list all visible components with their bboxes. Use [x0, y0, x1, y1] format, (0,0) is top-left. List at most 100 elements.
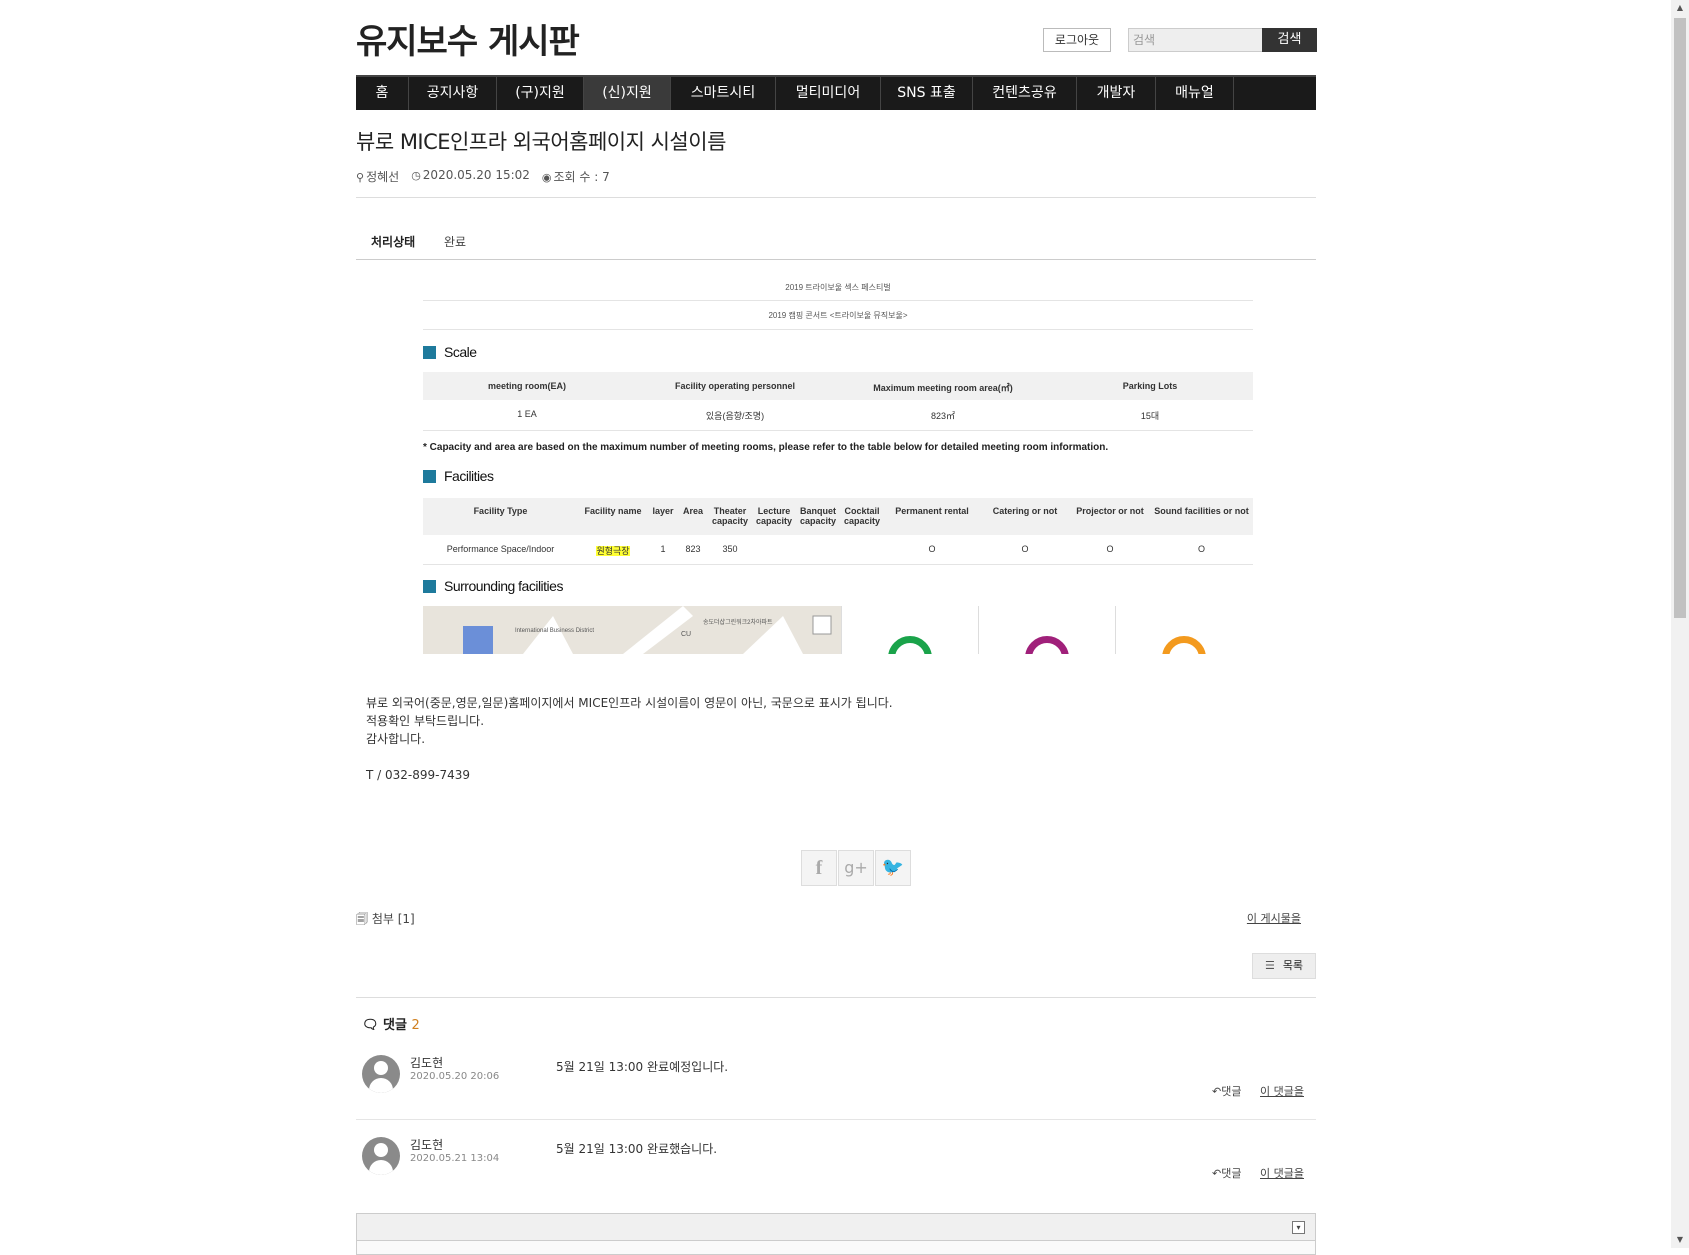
divider — [423, 430, 1253, 431]
author-name: 정혜선 — [366, 170, 400, 184]
capacity-note: * Capacity and area are based on the max… — [423, 442, 1109, 453]
comments-header: 🗨 댓글 2 — [362, 1014, 420, 1033]
nav-item-smart-city[interactable]: 스마트시티 — [671, 77, 776, 110]
table-header-cell: Facility name — [584, 506, 642, 516]
body-line: 감사합니다. — [366, 732, 426, 746]
nav-item-developer[interactable]: 개발자 — [1077, 77, 1156, 110]
table-cell: O — [1021, 544, 1029, 554]
facebook-icon[interactable]: f — [801, 850, 837, 886]
logout-button[interactable]: 로그아웃 — [1043, 28, 1111, 52]
green-ring-icon — [888, 636, 932, 654]
purple-ring-icon — [1025, 636, 1069, 654]
nav-item-new-support[interactable]: (신)지원 — [584, 77, 671, 110]
post-body: 뷰로 외국어(중문,영문,일문)홈페이지에서 MICE인프라 시설이름이 영문이… — [366, 694, 893, 784]
nav-item-notice[interactable]: 공지사항 — [409, 77, 497, 110]
table-cell: 823㎡ — [930, 411, 956, 421]
reply-link[interactable]: ↶댓글 — [1212, 1165, 1241, 1181]
comments-count: 2 — [411, 1018, 420, 1033]
map-label: International Business District — [515, 628, 594, 634]
caption-1: 2019 트라이보울 섹스 페스티벌 — [785, 283, 891, 292]
table-header-cell: Cocktail capacity — [843, 506, 881, 526]
comment-author[interactable]: 김도현 — [410, 1136, 443, 1153]
comments-label: 댓글 — [383, 1018, 407, 1033]
comment-item: 김도현 2020.05.21 13:04 5월 21일 13:00 완료했습니다… — [356, 1122, 1316, 1202]
status-value: 완료 — [444, 235, 467, 249]
reply-link[interactable]: ↶댓글 — [1212, 1083, 1241, 1099]
highlighted-facility-name: 원형극장 — [596, 546, 630, 556]
list-button-label: 목록 — [1282, 959, 1304, 972]
search-input[interactable]: 검색 — [1128, 28, 1264, 52]
list-button[interactable]: ☰ 목록 — [1252, 953, 1316, 979]
search-button[interactable]: 검색 — [1262, 28, 1317, 52]
scale-table: meeting room(EA) Facility operating pers… — [423, 372, 1253, 430]
divider — [423, 329, 1253, 330]
scrollbar[interactable]: ▲ ▼ — [1671, 0, 1689, 1248]
map-label: 송도더샵그린워크2차아파트 — [703, 618, 773, 626]
attachment-icon: 🗐 — [356, 912, 368, 926]
orange-ring-icon — [1162, 636, 1206, 654]
table-header-cell: Permanent rental — [895, 506, 969, 516]
embedded-screenshot: 2019 트라이보울 섹스 페스티벌 2019 캠핑 콘서트 <트라이보울 뮤직… — [423, 272, 1255, 654]
table-header-cell: Facility Type — [473, 506, 528, 516]
table-header-cell: Catering or not — [992, 506, 1058, 516]
list-icon: ☰ — [1264, 959, 1275, 972]
divider — [423, 300, 1253, 301]
reply-icon: ↶ — [1212, 1085, 1222, 1098]
nav-item-manual[interactable]: 매뉴얼 — [1156, 77, 1234, 110]
table-header-cell: Parking Lots — [1122, 381, 1178, 391]
post-author[interactable]: ⚲ 정혜선 — [356, 168, 399, 185]
comment-icon: 🗨 — [362, 1018, 379, 1033]
map-graphic: International Business District 송도더샵그린워크… — [463, 606, 832, 654]
scale-section-title: Scale — [423, 344, 477, 360]
nav-item-sns[interactable]: SNS 표출 — [881, 77, 973, 110]
divider — [1115, 606, 1116, 654]
scroll-up-arrow-icon[interactable]: ▲ — [1671, 0, 1689, 16]
nav-item-old-support[interactable]: (구)지원 — [497, 77, 584, 110]
facilities-table: Facility Type Facility name layer Area T… — [423, 498, 1253, 560]
google-plus-icon[interactable]: g+ — [838, 850, 874, 886]
body-line: T / 032-899-7439 — [366, 768, 471, 782]
scrollbar-thumb[interactable] — [1674, 18, 1686, 618]
comment-text: 5월 21일 13:00 완료했습니다. — [556, 1142, 718, 1156]
date-text: 2020.05.20 15:02 — [422, 168, 530, 182]
this-post-menu[interactable]: 이 게시물을 — [1247, 910, 1301, 926]
scroll-down-arrow-icon[interactable]: ▼ — [1671, 1232, 1689, 1248]
nav-item-multimedia[interactable]: 멀티미디어 — [776, 77, 881, 110]
status-label: 처리상태 — [371, 235, 416, 249]
table-header-cell: Lecture capacity — [755, 506, 793, 526]
reply-label: 댓글 — [1221, 1085, 1242, 1098]
table-cell: O — [1197, 544, 1205, 554]
comment-editor[interactable]: ▾ — [356, 1213, 1316, 1255]
table-cell: O — [928, 544, 936, 554]
avatar — [362, 1137, 400, 1175]
comment-author[interactable]: 김도현 — [410, 1054, 443, 1071]
this-comment-menu[interactable]: 이 댓글을 — [1260, 1165, 1304, 1181]
table-cell: 823 — [685, 544, 701, 554]
table-cell: 1 EA — [517, 409, 537, 419]
attachments[interactable]: 🗐 첨부 [1] — [356, 910, 415, 931]
comment-text: 5월 21일 13:00 완료예정입니다. — [556, 1060, 729, 1074]
table-cell: 350 — [722, 544, 738, 554]
table-cell: O — [1106, 544, 1114, 554]
dropdown-icon[interactable]: ▾ — [1292, 1221, 1305, 1234]
scale-title: Scale — [444, 344, 477, 360]
table-header-cell: Projector or not — [1076, 506, 1144, 516]
table-header-cell: meeting room(EA) — [487, 381, 566, 391]
table-header-cell: layer — [652, 506, 674, 516]
this-comment-menu[interactable]: 이 댓글을 — [1260, 1083, 1304, 1099]
editor-toolbar — [357, 1214, 1315, 1241]
table-header-cell: Maximum meeting room area(㎡) — [873, 383, 1013, 393]
section-marker-icon — [423, 470, 436, 483]
status-row: 처리상태 완료 — [356, 233, 1316, 260]
comment-date: 2020.05.21 13:04 — [410, 1153, 500, 1164]
reply-icon: ↶ — [1212, 1167, 1222, 1180]
section-marker-icon — [423, 580, 436, 593]
twitter-icon[interactable]: 🐦 — [875, 850, 911, 886]
post-date: ◷ 2020.05.20 15:02 — [411, 168, 530, 185]
map-thumbnail: International Business District 송도더샵그린워크… — [423, 606, 841, 654]
nav-item-content-share[interactable]: 컨텐츠공유 — [973, 77, 1077, 110]
site-title[interactable]: 유지보수 게시판 — [356, 14, 580, 63]
surrounding-section-title: Surrounding facilities — [423, 578, 563, 594]
nav-item-home[interactable]: 홈 — [356, 77, 409, 110]
divider — [356, 197, 1316, 198]
